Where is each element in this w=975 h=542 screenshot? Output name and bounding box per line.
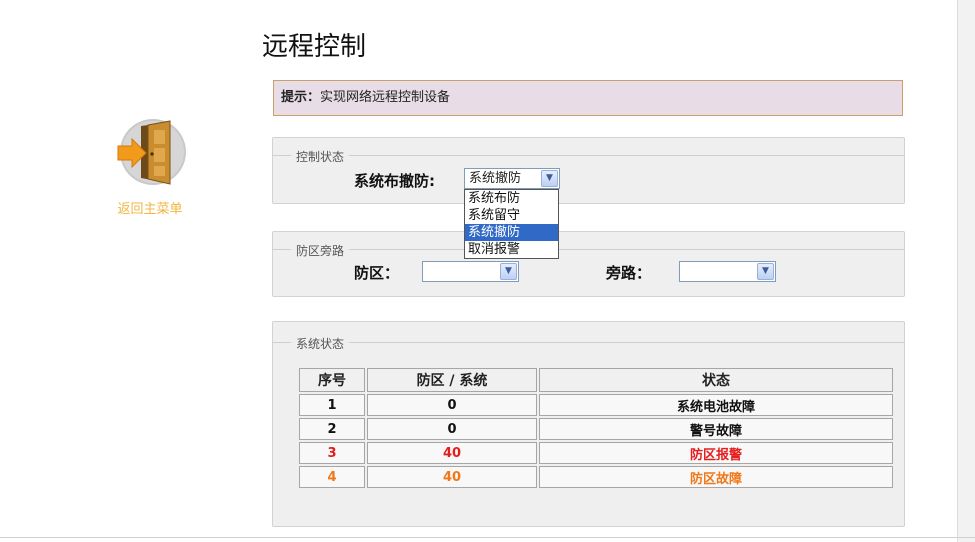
bottom-divider <box>0 537 975 538</box>
row-state: 防区报警 <box>539 442 893 464</box>
control-status-legend: 控制状态 <box>291 148 350 165</box>
table-row: 4 40 防区故障 <box>299 466 893 488</box>
dropdown-option[interactable]: 系统留守 <box>465 207 558 224</box>
door-exit-icon <box>117 119 186 185</box>
arm-mode-selected-value: 系统撤防 <box>469 171 522 186</box>
system-status-table: 序号 防区 / 系统 状态 1 0 系统电池故障 2 0 警号故障 3 40 防… <box>297 366 895 490</box>
table-row: 3 40 防区报警 <box>299 442 893 464</box>
chevron-down-icon[interactable]: ▼ <box>500 263 517 280</box>
arm-mode-dropdown-list: 系统布防 系统留守 系统撤防 取消报警 <box>464 189 559 259</box>
zone-bypass-legend: 防区旁路 <box>291 242 350 259</box>
row-number: 4 <box>299 466 365 488</box>
row-state: 系统电池故障 <box>539 394 893 416</box>
bypass-label: 旁路： <box>606 264 652 282</box>
legend-divider <box>273 249 904 250</box>
home-button[interactable]: 返回主菜单 <box>100 112 200 232</box>
bypass-select[interactable]: ▼ <box>679 261 776 282</box>
chevron-down-icon[interactable]: ▼ <box>541 170 558 187</box>
zone-label: 防区： <box>354 264 400 282</box>
column-header-zone: 防区 / 系统 <box>367 368 537 392</box>
system-status-legend: 系统状态 <box>291 335 350 352</box>
row-state: 警号故障 <box>539 418 893 440</box>
table-row: 1 0 系统电池故障 <box>299 394 893 416</box>
dropdown-option[interactable]: 取消报警 <box>465 241 558 258</box>
page-title: 远程控制 <box>262 32 367 62</box>
table-row: 2 0 警号故障 <box>299 418 893 440</box>
row-state: 防区故障 <box>539 466 893 488</box>
table-header-row: 序号 防区 / 系统 状态 <box>299 368 893 392</box>
arm-mode-label: 系统布撤防: <box>354 172 435 190</box>
legend-divider <box>273 155 904 156</box>
hint-text: 实现网络远程控制设备 <box>320 90 451 105</box>
dropdown-option[interactable]: 系统布防 <box>465 190 558 207</box>
row-number: 2 <box>299 418 365 440</box>
column-header-state: 状态 <box>539 368 893 392</box>
column-header-number: 序号 <box>299 368 365 392</box>
right-scrollbar-edge <box>957 0 975 542</box>
zone-select[interactable]: ▼ <box>422 261 519 282</box>
chevron-down-icon[interactable]: ▼ <box>757 263 774 280</box>
row-zone: 0 <box>367 418 537 440</box>
legend-divider <box>273 342 904 343</box>
row-zone: 40 <box>367 466 537 488</box>
home-label: 返回主菜单 <box>117 202 183 217</box>
row-number: 1 <box>299 394 365 416</box>
hint-bar: 提示：实现网络远程控制设备 <box>273 80 903 116</box>
row-number: 3 <box>299 442 365 464</box>
row-zone: 0 <box>367 394 537 416</box>
dropdown-option-highlighted[interactable]: 系统撤防 <box>465 224 558 241</box>
row-zone: 40 <box>367 442 537 464</box>
hint-label: 提示： <box>281 90 321 105</box>
arm-mode-select[interactable]: 系统撤防 ▼ <box>464 168 560 189</box>
